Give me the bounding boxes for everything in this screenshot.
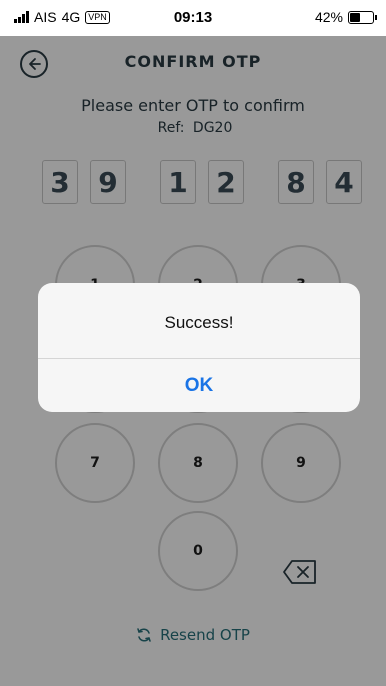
alert-message: Success! xyxy=(164,313,234,332)
battery-icon xyxy=(348,10,377,24)
status-bar: AIS 4G VPN 09:13 42% xyxy=(0,0,386,36)
success-alert: Success! OK xyxy=(38,283,360,412)
battery-percent: 42% xyxy=(314,9,343,25)
ok-button[interactable]: OK xyxy=(38,359,360,412)
